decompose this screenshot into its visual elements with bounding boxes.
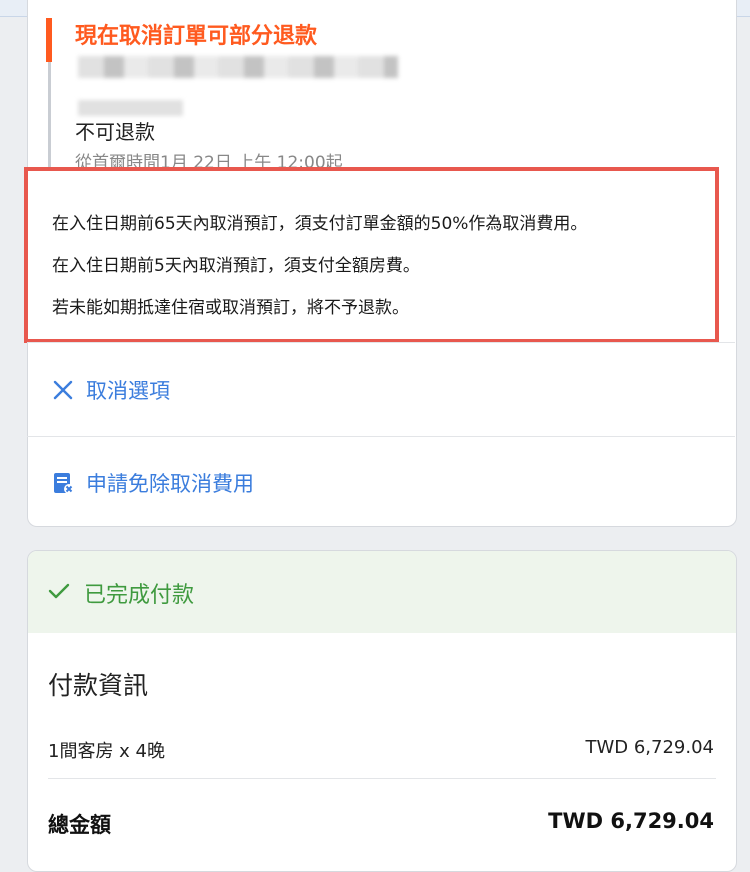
cancel-options-label: 取消選項: [86, 379, 170, 403]
total-amount: TWD 6,729.04: [548, 809, 714, 833]
payment-card: 已完成付款 付款資訊 1間客房 x 4晚 TWD 6,729.04 總金額 TW…: [27, 550, 737, 872]
policy-line: 在入住日期前65天內取消預訂，須支付訂單金額的50%作為取消費用。: [52, 214, 588, 234]
divider: [27, 342, 735, 343]
room-nights-amount: TWD 6,729.04: [585, 737, 714, 758]
payment-status-label: 已完成付款: [84, 583, 195, 608]
policy-line: 在入住日期前5天內取消預訂，須支付全額房費。: [52, 256, 420, 276]
cancel-options-button[interactable]: 取消選項: [50, 375, 170, 405]
room-nights-label: 1間客房 x 4晚: [48, 741, 165, 762]
redacted-text: [78, 56, 398, 78]
divider: [27, 436, 735, 437]
close-icon: [50, 377, 76, 403]
timeline-current-marker: [46, 18, 52, 62]
payment-status: 已完成付款: [48, 577, 194, 609]
waive-fee-label: 申請免除取消費用: [86, 472, 254, 496]
policy-line: 若未能如期抵達住宿或取消預訂，將不予退款。: [52, 298, 409, 318]
nonrefundable-title: 不可退款: [75, 120, 155, 144]
payment-status-banner: 已完成付款: [28, 551, 736, 633]
document-cancel-icon: [50, 470, 76, 496]
divider: [48, 778, 716, 779]
payment-info-title: 付款資訊: [48, 671, 149, 700]
partial-refund-heading: 現在取消訂單可部分退款: [75, 24, 318, 49]
waive-cancellation-fee-button[interactable]: 申請免除取消費用: [50, 468, 254, 498]
redacted-text: [78, 100, 183, 116]
cancellation-policy-highlight: 在入住日期前65天內取消預訂，須支付訂單金額的50%作為取消費用。 在入住日期前…: [24, 167, 719, 343]
checkmark-icon: [48, 581, 70, 606]
total-label: 總金額: [48, 813, 111, 837]
